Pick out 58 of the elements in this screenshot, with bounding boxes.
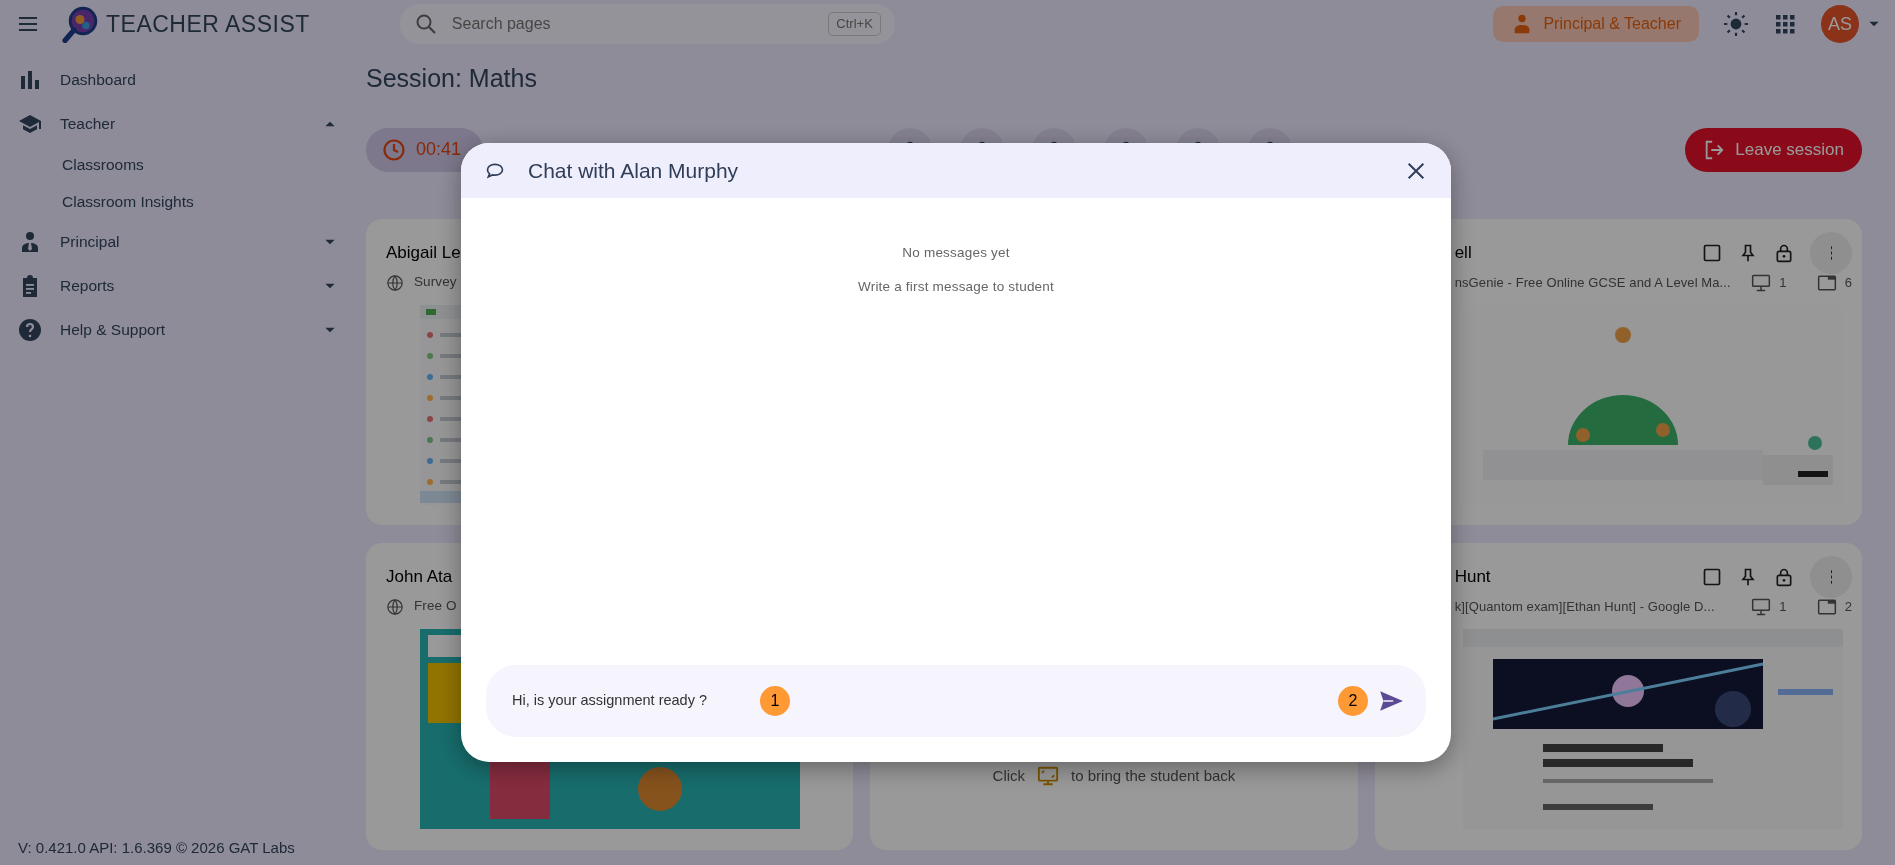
monitor-icon: [1751, 596, 1772, 617]
monitor-icon: [1751, 272, 1772, 293]
apps-grid-icon[interactable]: [1773, 12, 1797, 36]
tab-count: 6: [1844, 273, 1852, 292]
sidebar-item[interactable]: Help & Support: [0, 308, 355, 352]
search-field[interactable]: Search pages: [449, 11, 817, 37]
magnifier-logo-icon: [62, 5, 98, 43]
shortcut-key: Ctrl+K: [828, 12, 881, 36]
lock-icon[interactable]: [1774, 566, 1794, 587]
student-name: ell: [1454, 241, 1473, 264]
timer-text: 00:41: [416, 138, 462, 161]
session-title: Session: Maths: [366, 63, 538, 94]
sidebar-item[interactable]: Dashboard: [0, 58, 355, 102]
exit-icon: [1703, 138, 1726, 161]
more-vertical-icon: [1828, 243, 1834, 262]
sidebar-subitem[interactable]: Classroom Insights: [0, 183, 355, 220]
device-count: 1: [1779, 597, 1787, 616]
tab-count: 2: [1844, 597, 1852, 616]
user-avatar[interactable]: AS: [1821, 5, 1859, 43]
empty-state-title: No messages yet: [902, 244, 1010, 262]
empty-state-hint: Write a first message to student: [858, 278, 1054, 297]
company-link[interactable]: GAT Labs: [228, 838, 295, 856]
globe-icon: [386, 597, 404, 616]
version-text: V: 0.421.0 API: 1.6.369 © 2026: [18, 838, 226, 856]
square-icon[interactable]: [1702, 242, 1722, 263]
app-name: TEACHER ASSIST: [106, 9, 310, 39]
sun-icon[interactable]: [1723, 11, 1749, 37]
help-icon: [18, 318, 42, 342]
page-title: Free O: [414, 597, 458, 616]
square-icon[interactable]: [1702, 566, 1722, 587]
globe-icon: [386, 273, 404, 292]
lock-icon[interactable]: [1774, 242, 1794, 263]
message-field[interactable]: Hi, is your assignment ready ?: [512, 690, 760, 712]
page-title: k][Quantom exam][Ethan Hunt] - Google D...: [1454, 597, 1716, 616]
clock-icon: [382, 137, 406, 162]
sidebar-item[interactable]: Teacher: [0, 102, 355, 146]
page-title: Survey: [414, 273, 458, 292]
bar-chart-icon: [18, 68, 42, 92]
sidebar-item[interactable]: Principal: [0, 220, 355, 264]
sidebar-subitem[interactable]: Classrooms: [0, 146, 355, 183]
more-vertical-icon: [1828, 567, 1834, 586]
monitor-icon[interactable]: [1037, 765, 1060, 788]
leave-session-button[interactable]: Leave session: [1685, 127, 1862, 172]
search-bar[interactable]: Search pages Ctrl+K: [399, 4, 895, 44]
device-count: 1: [1779, 273, 1787, 292]
student-name: John Ata: [386, 565, 454, 588]
dialog-title: Chat with Alan Murphy: [528, 157, 740, 184]
send-icon: [1378, 688, 1404, 714]
graduation-cap-icon: [18, 112, 42, 136]
step-marker: 1: [760, 686, 790, 716]
hint-text: Click: [992, 766, 1026, 786]
page-title: nsGenie - Free Online GCSE and A Level Ma...: [1454, 273, 1732, 292]
hint-text: to bring the student back: [1071, 766, 1236, 786]
step-marker: 2: [1338, 686, 1368, 716]
student-name: Hunt: [1454, 565, 1492, 588]
sidebar-item[interactable]: Reports: [0, 264, 355, 308]
send-button[interactable]: [1378, 688, 1404, 714]
student-name: Abigail Le: [386, 241, 462, 264]
